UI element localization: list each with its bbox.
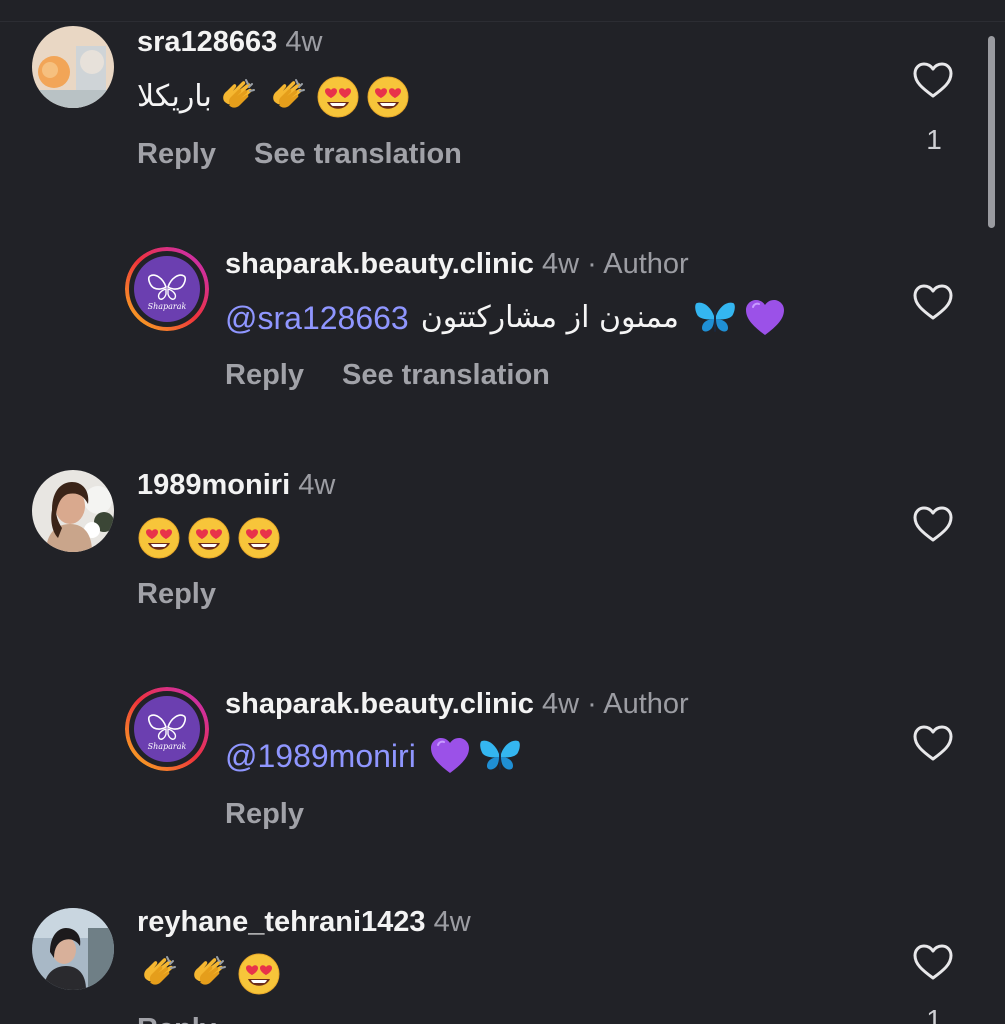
- heart-eyes-icon: [187, 516, 231, 560]
- username[interactable]: sra128663: [137, 26, 277, 58]
- like-count: 1: [926, 1004, 942, 1024]
- comment-text: @1989moniri: [225, 734, 522, 778]
- reply-button[interactable]: Reply: [137, 1013, 216, 1024]
- mention-link[interactable]: @1989moniri: [225, 736, 416, 776]
- comment-text: [137, 516, 281, 560]
- clapping-hands-icon: [216, 75, 260, 119]
- comment-actions: Reply: [137, 1012, 254, 1024]
- username[interactable]: 1989moniri: [137, 469, 290, 501]
- heart-eyes-icon: [137, 516, 181, 560]
- author-avatar[interactable]: Shaparak: [125, 247, 209, 331]
- butterfly-icon: [478, 734, 522, 778]
- username[interactable]: reyhane_tehrani1423: [137, 906, 426, 938]
- like-heart-icon[interactable]: [912, 943, 954, 981]
- reply-button[interactable]: Reply: [225, 798, 304, 830]
- like-heart-icon[interactable]: [912, 61, 954, 99]
- like-heart-icon[interactable]: [912, 505, 954, 543]
- author-badge: · Author: [587, 248, 689, 280]
- username[interactable]: shaparak.beauty.clinic: [225, 248, 534, 280]
- comment-text: @sra128663 ممنون از مشارکتتون: [225, 296, 787, 340]
- username[interactable]: shaparak.beauty.clinic: [225, 688, 534, 720]
- comment-actions: Reply: [137, 577, 254, 611]
- clapping-hands-icon: [266, 75, 310, 119]
- see-translation-button[interactable]: See translation: [342, 359, 550, 391]
- comment-time: 4w: [542, 248, 580, 280]
- comments-screen: sra128663 4w باریکلا Reply See translatio…: [0, 0, 1005, 1024]
- reply-button[interactable]: Reply: [225, 359, 304, 391]
- see-translation-button[interactable]: See translation: [254, 138, 462, 170]
- avatar[interactable]: [32, 470, 114, 552]
- comment-persian-text: ممنون از مشارکتتون: [420, 300, 679, 335]
- comment-time: 4w: [433, 906, 471, 938]
- brand-logo-text: Shaparak: [148, 302, 187, 311]
- like-count: 1: [926, 124, 942, 155]
- clapping-hands-icon: [137, 952, 181, 996]
- heart-eyes-icon: [316, 75, 360, 119]
- brand-logo-text: Shaparak: [148, 742, 187, 751]
- purple-heart-icon: [743, 296, 787, 340]
- like-heart-icon[interactable]: [912, 283, 954, 321]
- top-divider: [0, 21, 1005, 22]
- reply-button[interactable]: Reply: [137, 578, 216, 610]
- comment-actions: Reply See translation: [225, 358, 588, 392]
- comment-author-line: shaparak.beauty.clinic 4w · Author: [225, 687, 689, 721]
- comment-persian-text: باریکلا: [137, 79, 212, 114]
- comment-text: [137, 952, 281, 996]
- butterfly-icon: [693, 296, 737, 340]
- comment-time: 4w: [285, 26, 323, 58]
- comment-author-line: 1989moniri 4w: [137, 468, 335, 502]
- comment-text: باریکلا: [137, 75, 410, 119]
- comment-actions: Reply: [225, 797, 342, 831]
- comment-author-line: shaparak.beauty.clinic 4w · Author: [225, 247, 689, 281]
- comment-author-line: reyhane_tehrani1423 4w: [137, 905, 471, 939]
- heart-eyes-icon: [366, 75, 410, 119]
- like-heart-icon[interactable]: [912, 724, 954, 762]
- heart-eyes-icon: [237, 952, 281, 996]
- avatar[interactable]: [32, 26, 114, 108]
- comment-time: 4w: [298, 469, 336, 501]
- comment-actions: Reply See translation: [137, 137, 500, 171]
- author-badge: · Author: [587, 688, 689, 720]
- avatar[interactable]: [32, 908, 114, 990]
- scrollbar[interactable]: [988, 36, 995, 228]
- author-avatar[interactable]: Shaparak: [125, 687, 209, 771]
- mention-link[interactable]: @sra128663: [225, 298, 409, 338]
- clapping-hands-icon: [187, 952, 231, 996]
- comment-time: 4w: [542, 688, 580, 720]
- reply-button[interactable]: Reply: [137, 138, 216, 170]
- purple-heart-icon: [428, 734, 472, 778]
- heart-eyes-icon: [237, 516, 281, 560]
- comment-author-line: sra128663 4w: [137, 25, 322, 59]
